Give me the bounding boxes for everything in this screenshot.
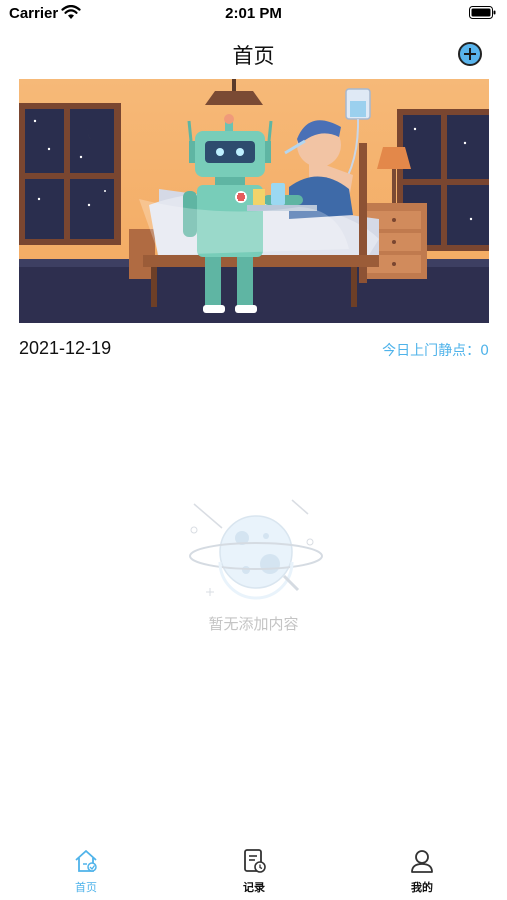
status-bar: Carrier 2:01 PM xyxy=(0,0,507,28)
profile-icon xyxy=(411,850,433,873)
record-icon xyxy=(244,849,266,873)
tab-mine-label: 我的 xyxy=(411,881,433,894)
tab-records-label: 记录 xyxy=(243,881,265,894)
empty-state-message: 暂无添加内容 xyxy=(208,615,299,633)
tab-home-label: 首页 xyxy=(75,881,97,894)
tab-home[interactable]: 首页 xyxy=(46,848,126,900)
nav-bar: 首页 xyxy=(0,34,507,72)
tab-bar: 首页 记录 我的 xyxy=(0,838,507,900)
battery-icon xyxy=(469,6,496,19)
banner-image xyxy=(19,79,489,323)
summary-row: 2021-12-19 今日上门静点：0 xyxy=(19,338,489,360)
planet-icon xyxy=(189,499,323,600)
add-button[interactable] xyxy=(458,42,482,66)
page-title: 首页 xyxy=(232,44,275,68)
today-visit-count: 今日上门静点：0 xyxy=(382,343,489,359)
tab-records[interactable]: 记录 xyxy=(214,848,294,900)
home-icon xyxy=(75,850,97,872)
current-date: 2021-12-19 xyxy=(19,338,112,358)
robot-nurse-illustration xyxy=(19,79,489,323)
tab-mine[interactable]: 我的 xyxy=(382,848,462,900)
status-time: 2:01 PM xyxy=(225,5,282,22)
